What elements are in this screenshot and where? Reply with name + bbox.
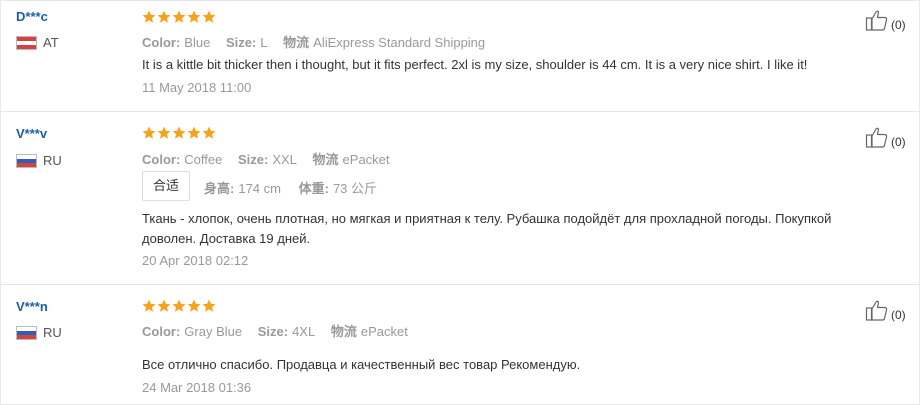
helpful-button[interactable]: (0) (865, 298, 906, 322)
shipping-value: ePacket (360, 324, 408, 339)
review-date: 11 May 2018 11:00 (142, 80, 252, 95)
review-text: Ткань - хлопок, очень плотная, но мягкая… (142, 209, 882, 249)
size-value: XXL (272, 152, 297, 167)
review-date: 24 Mar 2018 01:36 (142, 380, 252, 395)
star-icon (142, 10, 156, 23)
star-icon (142, 126, 156, 139)
country-code: RU (43, 325, 62, 340)
star-icon (172, 10, 186, 23)
color-label: Color: (142, 152, 181, 167)
star-icon (172, 126, 186, 139)
country-flag-icon (16, 35, 37, 50)
size-label: Size: (225, 35, 257, 50)
helpful-count: (0) (891, 18, 906, 32)
shipping-label: 物流 (330, 324, 357, 339)
fit-tag: 合适 (142, 171, 191, 201)
star-icon (187, 10, 201, 23)
shipping-label: 物流 (312, 152, 339, 167)
thumbs-up-icon (865, 10, 888, 31)
color-value: Gray Blue (184, 324, 243, 339)
star-rating (142, 299, 216, 313)
review-text: Все отлично спасибо. Продавца и качестве… (142, 357, 581, 372)
shipping-label: 物流 (283, 35, 310, 50)
shipping-value: AliExpress Standard Shipping (313, 35, 486, 50)
order-info: Color: Coffee Size: XXL 物流 ePacket (142, 149, 402, 168)
reviewer-name[interactable]: D***c (16, 9, 48, 24)
star-rating (142, 126, 216, 140)
reviewer-country: AT (16, 35, 59, 50)
thumbs-up-icon (865, 127, 888, 148)
height-label: 身高: (204, 181, 235, 196)
thumbs-up-icon (865, 300, 888, 321)
helpful-count: (0) (891, 308, 906, 322)
feedback-list: D***c AT Color: Blue Size: L 物流 AliExpress … (0, 0, 920, 405)
color-value: Blue (184, 35, 211, 50)
shipping-value: ePacket (342, 152, 390, 167)
color-label: Color: (142, 324, 181, 339)
star-icon (157, 126, 171, 139)
star-icon (202, 299, 216, 312)
review-item: V***n RU Color: Gray Blue Size: 4XL 物流 ePac… (1, 285, 919, 404)
star-icon (157, 10, 171, 23)
review-text-line: доволен. Доставка 19 дней. (142, 231, 311, 246)
reviewer-country: RU (16, 325, 62, 340)
review-date: 20 Apr 2018 02:12 (142, 253, 249, 268)
star-icon (202, 126, 216, 139)
star-icon (172, 299, 186, 312)
review-item: D***c AT Color: Blue Size: L 物流 AliExpress … (1, 1, 919, 111)
size-value: L (260, 35, 268, 50)
color-label: Color: (142, 35, 181, 50)
height-value: 174 cm (238, 181, 281, 196)
size-value: 4XL (292, 324, 316, 339)
country-flag-icon (16, 153, 37, 168)
reviewer-name[interactable]: V***v (16, 126, 47, 141)
helpful-button[interactable]: (0) (865, 8, 906, 32)
weight-value: 73 公斤 (332, 181, 378, 196)
helpful-count: (0) (891, 135, 906, 149)
review-item: V***v RU Color: Coffee Size: XXL 物流 ePacket… (1, 112, 919, 284)
star-icon (187, 299, 201, 312)
star-icon (202, 10, 216, 23)
star-icon (187, 126, 201, 139)
size-label: Size: (257, 324, 289, 339)
reviewer-country: RU (16, 153, 62, 168)
country-code: AT (43, 35, 59, 50)
country-flag-icon (16, 325, 37, 340)
weight-label: 体重: (298, 181, 329, 196)
star-rating (142, 10, 216, 24)
body-measurements: 身高: 174 cm 体重: 73 公斤 (204, 178, 391, 197)
reviewer-name[interactable]: V***n (16, 299, 48, 314)
review-text-line: Ткань - хлопок, очень плотная, но мягкая… (142, 211, 832, 226)
order-info: Color: Gray Blue Size: 4XL 物流 ePacket (142, 321, 420, 340)
star-icon (142, 299, 156, 312)
star-icon (157, 299, 171, 312)
country-code: RU (43, 153, 62, 168)
order-info: Color: Blue Size: L 物流 AliExpress Standard … (142, 32, 497, 51)
size-label: Size: (237, 152, 269, 167)
color-value: Coffee (184, 152, 223, 167)
helpful-button[interactable]: (0) (865, 125, 906, 149)
review-text: It is a kittle bit thicker then i though… (142, 57, 808, 72)
